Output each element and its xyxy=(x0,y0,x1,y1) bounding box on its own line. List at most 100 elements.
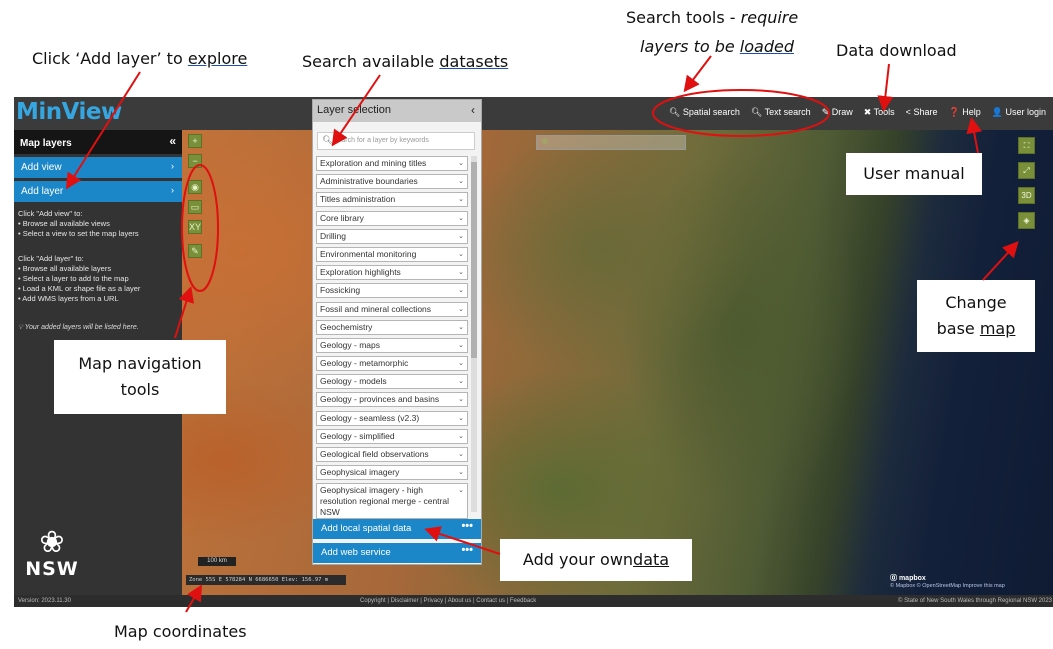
waratah-icon: ❀ xyxy=(39,526,65,559)
panel-scrollbar[interactable] xyxy=(471,156,477,512)
magnifier-icon: 🔍︎ xyxy=(668,107,681,117)
edit-button[interactable]: ✎ xyxy=(188,244,202,258)
chevron-down-icon: ⌄ xyxy=(458,360,464,368)
anno-search-tools-line2: layers to be loaded xyxy=(640,37,794,56)
locate-button[interactable]: ◉ xyxy=(188,180,202,194)
chevron-down-icon: ⌄ xyxy=(458,214,464,222)
chevron-down-icon: ⌄ xyxy=(458,305,464,313)
chevron-down-icon: ⌄ xyxy=(458,469,464,477)
anno-search-datasets: Search available datasets xyxy=(302,52,509,71)
chevron-down-icon: ⌄ xyxy=(458,160,464,167)
callout-map-navigation: Map navigation tools xyxy=(54,340,226,414)
basemap-button[interactable]: ◈ xyxy=(1018,212,1035,229)
layer-category-item[interactable]: Geology - models ⌄ xyxy=(316,374,468,390)
expand-button[interactable]: ⤢ xyxy=(1018,162,1035,179)
chevron-down-icon: ⌄ xyxy=(458,287,464,295)
layer-category-item[interactable]: Core library ⌄ xyxy=(316,210,468,226)
layer-category-item[interactable]: Geophysical imagery ⌄ xyxy=(316,465,468,481)
layer-category-item[interactable]: Geochemistry ⌄ xyxy=(316,319,468,335)
chevron-down-icon: ⌄ xyxy=(458,250,464,258)
layer-category-item[interactable]: Geophysical imagery - high resolution re… xyxy=(316,483,468,520)
chevron-down-icon: ⌄ xyxy=(458,487,464,495)
layer-category-item[interactable]: Geology - seamless (v2.3) ⌄ xyxy=(316,410,468,426)
callout-user-manual: User manual xyxy=(846,153,982,195)
chevron-down-icon: ⌄ xyxy=(458,269,464,277)
layer-category-item[interactable]: Titles administration ⌄ xyxy=(316,192,468,208)
collapse-sidebar-icon[interactable]: « xyxy=(169,134,176,148)
draw-button[interactable]: ✎ Draw xyxy=(822,107,853,118)
layer-category-item[interactable]: Exploration and mining titles ⌄ xyxy=(316,156,468,171)
tools-icon: ✖ xyxy=(863,107,872,117)
arrow-search-tools xyxy=(683,55,712,93)
chevron-down-icon: ⌄ xyxy=(458,232,464,240)
scrollbar-thumb[interactable] xyxy=(471,162,477,358)
3d-button[interactable]: 3D xyxy=(1018,187,1035,204)
share-button[interactable]: < Share xyxy=(906,107,938,118)
map-coordinates: Zone 55S E 578284 N 6686650 Elev: 156.97… xyxy=(186,575,346,585)
add-local-spatial-data-button[interactable]: Add local spatial data ••• xyxy=(313,519,481,539)
layer-category-item[interactable]: Administrative boundaries ⌄ xyxy=(316,174,468,190)
sidebar-header: Map layers « xyxy=(14,130,182,154)
layer-category-item[interactable]: Geology - provinces and basins ⌄ xyxy=(316,392,468,408)
text-search-button[interactable]: 🔍︎ Text search xyxy=(751,107,811,118)
user-icon: 👤 xyxy=(991,107,1003,117)
layer-category-item[interactable]: Geology - metamorphic ⌄ xyxy=(316,356,468,372)
map-search-bar[interactable]: ⊕ xyxy=(536,135,686,150)
right-map-tools: ⛶ ⤢ 3D ◈ xyxy=(1018,137,1038,237)
collapse-panel-icon[interactable]: ‹ xyxy=(471,103,475,117)
chevron-down-icon: ⌄ xyxy=(458,432,464,440)
layer-category-item[interactable]: Geology - simplified ⌄ xyxy=(316,428,468,444)
top-bar: MinView 🔍︎ Spatial search 🔍︎ Text search… xyxy=(14,97,1053,130)
chevron-down-icon: ⌄ xyxy=(458,378,464,386)
draw-icon: ✎ xyxy=(821,107,830,117)
layer-category-item[interactable]: Fossil and mineral collections ⌄ xyxy=(316,301,468,317)
anno-search-tools: Search tools - require xyxy=(626,8,799,27)
toolbar: 🔍︎ Spatial search 🔍︎ Text search ✎ Draw … xyxy=(669,107,1046,118)
chevron-right-icon: › xyxy=(171,161,174,171)
search-icon: 🔍︎ xyxy=(750,107,763,117)
scale-bar: 100 km xyxy=(198,557,236,566)
callout-change-base-map: Change base map xyxy=(917,280,1035,352)
share-icon: < xyxy=(905,107,911,117)
copyright-label: © State of New South Wales through Regio… xyxy=(898,598,1052,604)
layer-category-item[interactable]: Exploration highlights ⌄ xyxy=(316,265,468,281)
layer-category-item[interactable]: Environmental monitoring ⌄ xyxy=(316,246,468,262)
layer-search-input[interactable]: 🔍︎ search for a layer by keywords xyxy=(317,132,475,150)
anno-map-coordinates: Map coordinates xyxy=(114,622,247,641)
help-icon: ❓ xyxy=(948,107,960,117)
layer-category-item[interactable]: Drilling ⌄ xyxy=(316,228,468,244)
layer-category-item[interactable]: Geological field observations ⌄ xyxy=(316,447,468,462)
help-button[interactable]: ❓ Help xyxy=(948,107,980,118)
chevron-down-icon: ⌄ xyxy=(458,178,464,186)
footer-links[interactable]: Copyright | Disclaimer | Privacy | About… xyxy=(360,595,536,607)
callout-add-own-data: Add your own data xyxy=(500,539,692,581)
layer-category-list: Exploration and mining titles ⌄ Administr… xyxy=(316,156,468,523)
layer-category-item[interactable]: Geology - maps ⌄ xyxy=(316,337,468,353)
user-login-button[interactable]: 👤 User login xyxy=(992,107,1046,118)
fullscreen-button[interactable]: ⛶ xyxy=(1018,137,1035,154)
mapbox-logo: ⓪ mapbox xyxy=(890,575,926,582)
layer-category-item[interactable]: Fossicking ⌄ xyxy=(316,283,468,299)
chevron-right-icon: › xyxy=(171,185,174,195)
added-layers-note: 💡︎ Your added layers will be listed here… xyxy=(18,324,139,331)
panel-header: Layer selection ‹ xyxy=(313,100,481,122)
layer-help-text: Click "Add layer" to: Browse all availab… xyxy=(18,254,140,304)
layer-selection-panel: Layer selection ‹ 🔍︎ search for a layer … xyxy=(312,99,482,565)
add-layer-button[interactable]: Add layer › xyxy=(14,181,182,202)
add-view-button[interactable]: Add view › xyxy=(14,157,182,178)
zoom-out-button[interactable]: − xyxy=(188,154,202,168)
chevron-down-icon: ⌄ xyxy=(458,323,464,331)
search-icon: 🔍︎ xyxy=(322,135,334,145)
add-web-service-button[interactable]: Add web service ••• xyxy=(313,543,481,563)
annotated-screenshot: Click ‘Add layer’ to explore Search avai… xyxy=(0,0,1053,649)
zoom-in-button[interactable]: + xyxy=(188,134,202,148)
view-help-text: Click "Add view" to: Browse all availabl… xyxy=(18,209,139,239)
tools-button[interactable]: ✖ Tools xyxy=(864,107,895,118)
spatial-search-button[interactable]: 🔍︎ Spatial search xyxy=(669,107,740,118)
zoom-extent-button[interactable]: ▭ xyxy=(188,200,202,214)
chevron-down-icon: ⌄ xyxy=(458,396,464,404)
xy-coordinate-button[interactable]: XY xyxy=(188,220,202,234)
more-icon: ••• xyxy=(461,544,473,556)
search-icon: ⊕ xyxy=(541,136,549,146)
map-navigation-tools: + − ◉ ▭ XY ✎ xyxy=(188,134,204,264)
